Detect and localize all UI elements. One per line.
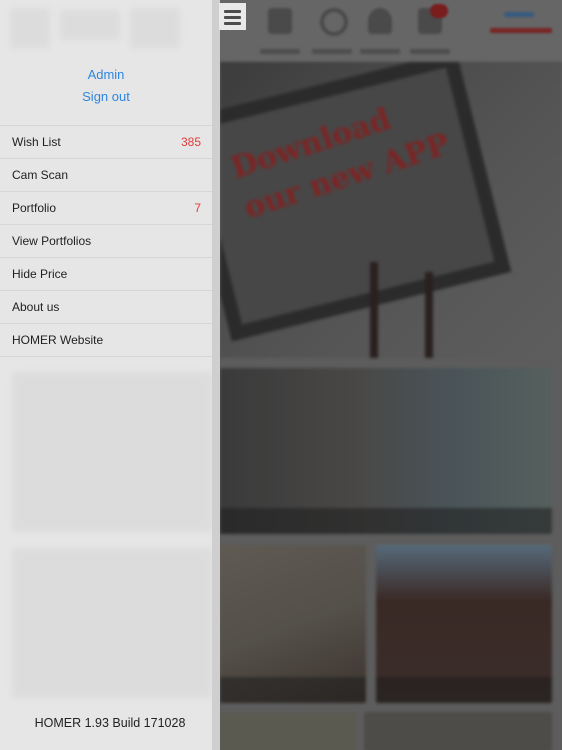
menu-item-homer-website[interactable]: HOMER Website — [0, 324, 212, 357]
menu-item-wish-list[interactable]: Wish List 385 — [0, 126, 212, 159]
username-link[interactable]: Admin — [0, 64, 212, 86]
catalog-tile — [220, 712, 356, 750]
menu-item-label: Hide Price — [12, 267, 68, 281]
catalog-tile — [376, 545, 552, 703]
side-drawer: Admin Sign out Wish List 385 Cam Scan Po… — [0, 0, 212, 750]
cart-badge — [430, 4, 448, 18]
catalog-tile — [220, 545, 366, 703]
hamburger-menu-icon — [224, 10, 241, 13]
drawer-edge — [212, 0, 220, 750]
search-icon — [308, 4, 356, 58]
drawer-menu: Wish List 385 Cam Scan Portfolio 7 View … — [0, 125, 212, 357]
menu-item-cam-scan[interactable]: Cam Scan — [0, 159, 212, 192]
menu-item-hide-price[interactable]: Hide Price — [0, 258, 212, 291]
sign-out-link[interactable]: Sign out — [0, 86, 212, 108]
background-app-overlay[interactable]: Download our new APP — [220, 0, 562, 750]
wish-list-count-badge: 385 — [180, 135, 201, 149]
menu-item-label: View Portfolios — [12, 234, 92, 248]
background-user-block — [490, 10, 552, 40]
portfolio-count-badge: 7 — [194, 201, 201, 215]
catalog-tile — [220, 368, 552, 534]
menu-item-view-portfolios[interactable]: View Portfolios — [0, 225, 212, 258]
menu-item-label: Cam Scan — [12, 168, 69, 182]
catalog-icon — [256, 4, 304, 58]
menu-item-label: About us — [12, 300, 60, 314]
menu-item-label: HOMER Website — [12, 333, 104, 347]
menu-item-label: Wish List — [12, 135, 61, 149]
catalog-tile — [364, 712, 552, 750]
menu-toggle-button[interactable] — [219, 3, 246, 30]
app-version-label: HOMER 1.93 Build 171028 — [34, 716, 186, 730]
contact-icon — [356, 4, 404, 58]
promo-banner: Download our new APP — [220, 62, 562, 358]
menu-item-portfolio[interactable]: Portfolio 7 — [0, 192, 212, 225]
account-section: Admin Sign out — [0, 64, 212, 108]
background-tab-bar — [220, 0, 562, 62]
menu-item-about-us[interactable]: About us — [0, 291, 212, 324]
menu-item-label: Portfolio — [12, 201, 57, 215]
